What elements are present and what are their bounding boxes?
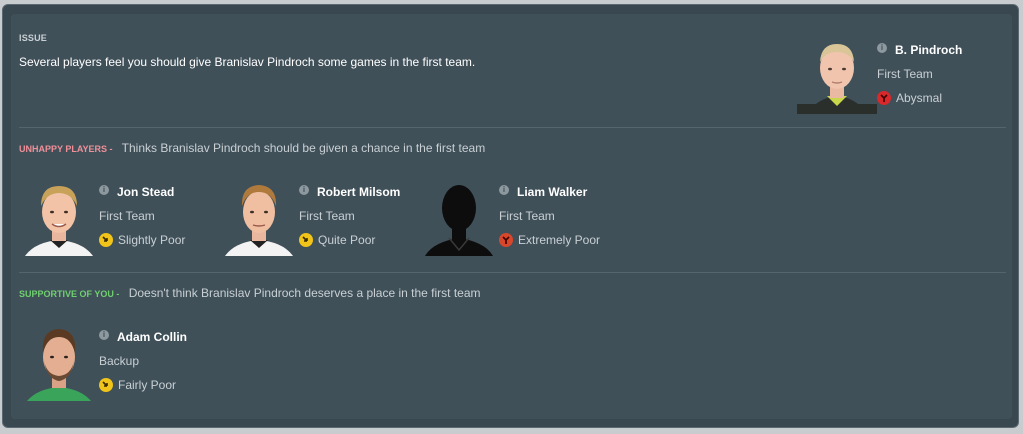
morale-icon <box>99 378 113 392</box>
player-photo[interactable] <box>19 321 99 401</box>
info-icon[interactable]: i <box>99 330 109 340</box>
player-status: Fairly Poor <box>118 378 177 392</box>
player-role: First Team <box>299 209 355 223</box>
player-name[interactable]: Jon Stead <box>117 185 174 199</box>
issue-label: ISSUE <box>19 33 48 43</box>
supportive-header: SUPPORTIVE OF YOU - Doesn't think Branis… <box>19 286 481 300</box>
info-icon[interactable]: i <box>877 43 887 53</box>
morale-icon <box>877 91 891 105</box>
morale-icon <box>299 233 313 247</box>
info-icon[interactable]: i <box>99 185 109 195</box>
morale-icon <box>99 233 113 247</box>
subject-player-role: First Team <box>877 67 933 81</box>
player-role: First Team <box>99 209 155 223</box>
player-photo[interactable] <box>19 176 99 256</box>
player-name[interactable]: Adam Collin <box>117 330 187 344</box>
player-card[interactable]: i Liam Walker First Team Extremely Poor <box>419 176 609 258</box>
issue-text: Several players feel you should give Bra… <box>19 55 476 69</box>
issue-panel: ISSUE Several players feel you should gi… <box>11 14 1012 419</box>
player-photo[interactable] <box>219 176 299 256</box>
supportive-tag: SUPPORTIVE OF YOU - <box>19 289 120 299</box>
player-card[interactable]: i Jon Stead First Team Slightly Poor <box>19 176 209 258</box>
player-silhouette-icon[interactable] <box>419 176 499 256</box>
player-status: Quite Poor <box>318 233 376 247</box>
player-card[interactable]: i Robert Milsom First Team Quite Poor <box>219 176 409 258</box>
unhappy-tag: UNHAPPY PLAYERS - <box>19 144 113 154</box>
section-divider <box>19 127 1006 128</box>
player-name[interactable]: Robert Milsom <box>317 185 400 199</box>
morale-icon <box>499 233 513 247</box>
section-divider <box>19 272 1006 273</box>
issue-window: ISSUE Several players feel you should gi… <box>2 4 1019 428</box>
subject-player-card[interactable]: i B. Pindroch First Team Abysmal <box>797 34 987 116</box>
player-role: First Team <box>499 209 555 223</box>
player-card[interactable]: i Adam Collin Backup Fairly Poor <box>19 321 209 403</box>
player-role: Backup <box>99 354 140 368</box>
info-icon[interactable]: i <box>499 185 509 195</box>
player-status: Extremely Poor <box>518 233 601 247</box>
subject-player-status: Abysmal <box>896 91 943 105</box>
unhappy-description: Thinks Branislav Pindroch should be give… <box>121 141 486 155</box>
subject-player-photo[interactable] <box>797 34 877 114</box>
info-icon[interactable]: i <box>299 185 309 195</box>
subject-player-name[interactable]: B. Pindroch <box>895 43 962 57</box>
player-name[interactable]: Liam Walker <box>517 185 587 199</box>
supportive-description: Doesn't think Branislav Pindroch deserve… <box>128 286 481 300</box>
unhappy-header: UNHAPPY PLAYERS - Thinks Branislav Pindr… <box>19 141 485 155</box>
player-status: Slightly Poor <box>118 233 186 247</box>
